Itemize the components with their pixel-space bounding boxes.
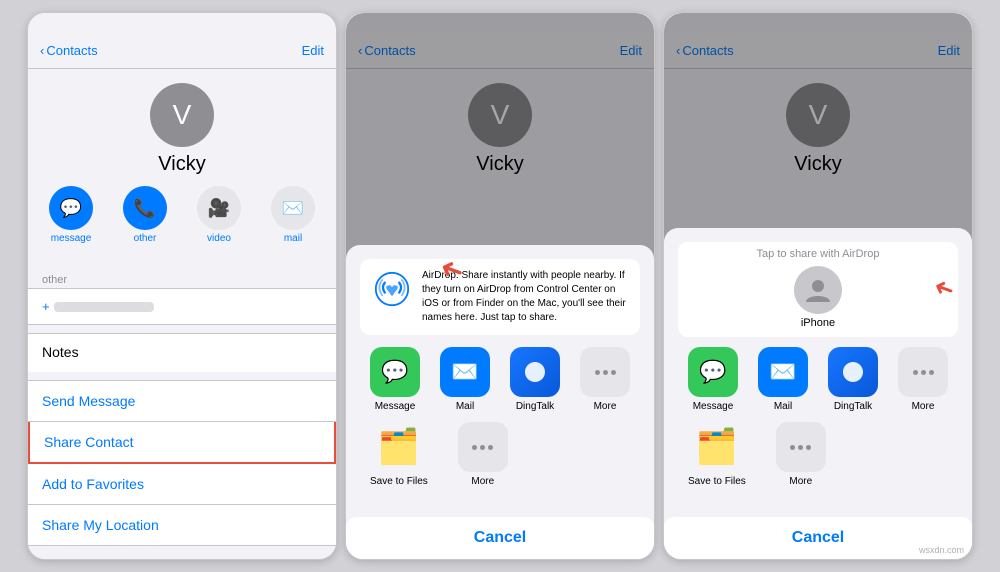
app-label-more-2: More bbox=[594, 401, 617, 412]
more-app-icon-2 bbox=[580, 347, 630, 397]
notes-label-1: Notes bbox=[42, 344, 79, 360]
files-row-2: 🗂️ Save to Files More bbox=[360, 422, 640, 497]
files-more-icon-3 bbox=[776, 422, 826, 472]
app-label-dingtalk-3: DingTalk bbox=[834, 401, 872, 412]
action-call-1[interactable]: 📞 other bbox=[115, 186, 175, 244]
action-label-mail-1: mail bbox=[284, 233, 302, 244]
contact-name-1: Vicky bbox=[158, 153, 205, 176]
blurred-number-1: + bbox=[42, 299, 322, 314]
files-more-2[interactable]: More bbox=[458, 422, 508, 487]
files-more-3[interactable]: More bbox=[776, 422, 826, 487]
app-message-2[interactable]: 💬 Message bbox=[370, 347, 420, 412]
dingtalk-app-icon-3 bbox=[828, 347, 878, 397]
blur-bar-1 bbox=[54, 302, 154, 312]
cancel-btn-2[interactable]: Cancel bbox=[346, 517, 654, 559]
app-label-mail-3: Mail bbox=[774, 401, 792, 412]
status-bar-1 bbox=[28, 13, 336, 33]
app-mail-2[interactable]: ✉️ Mail bbox=[440, 347, 490, 412]
phone-frame-2: ‹ Contacts Edit V Vicky bbox=[345, 12, 655, 560]
action-label-message-1: message bbox=[51, 233, 92, 244]
folder-icon-3: 🗂️ bbox=[692, 422, 742, 472]
files-item-3[interactable]: 🗂️ Save to Files bbox=[688, 422, 746, 487]
add-favorites-link[interactable]: Add to Favorites bbox=[28, 464, 336, 505]
airdrop-people-section-3: Tap to share with AirDrop iPhone ➜ bbox=[678, 242, 958, 337]
watermark: wsxdn.com bbox=[919, 545, 964, 555]
action-mail-1[interactable]: ✉️ mail bbox=[263, 186, 323, 244]
files-label-2: Save to Files bbox=[370, 476, 428, 487]
nav-edit-1[interactable]: Edit bbox=[302, 43, 324, 58]
app-mail-3[interactable]: ✉️ Mail bbox=[758, 347, 808, 412]
person-name-3: iPhone bbox=[801, 317, 835, 329]
contact-header-1: V Vicky 💬 message 📞 other 🎥 video ✉️ mai… bbox=[28, 69, 336, 266]
share-sheet-2: AirDrop. Share instantly with people nea… bbox=[346, 245, 654, 559]
files-more-icon-2 bbox=[458, 422, 508, 472]
links-section-1: Send Message Share Contact Add to Favori… bbox=[28, 380, 336, 546]
apps-row-2: 💬 Message ✉️ Mail DingTalk bbox=[360, 347, 640, 422]
mail-app-icon-3: ✉️ bbox=[758, 347, 808, 397]
files-label-3: Save to Files bbox=[688, 476, 746, 487]
dingtalk-app-icon-2 bbox=[510, 347, 560, 397]
nav-bar-1: ‹ Contacts Edit bbox=[28, 33, 336, 69]
message-icon-1: 💬 bbox=[49, 186, 93, 230]
files-more-label-3: More bbox=[789, 476, 812, 487]
app-dingtalk-3[interactable]: DingTalk bbox=[828, 347, 878, 412]
action-video-1[interactable]: 🎥 video bbox=[189, 186, 249, 244]
person-avatar-3 bbox=[794, 266, 842, 314]
share-overlay-3: Tap to share with AirDrop iPhone ➜ bbox=[664, 13, 972, 559]
app-label-message-3: Message bbox=[693, 401, 734, 412]
share-overlay-2: AirDrop. Share instantly with people nea… bbox=[346, 13, 654, 559]
action-label-call-1: other bbox=[134, 233, 157, 244]
app-more-2[interactable]: More bbox=[580, 347, 630, 412]
app-label-message-2: Message bbox=[375, 401, 416, 412]
files-item-2[interactable]: 🗂️ Save to Files bbox=[370, 422, 428, 487]
share-contact-link[interactable]: Share Contact bbox=[28, 422, 336, 464]
back-chevron-icon: ‹ bbox=[40, 43, 44, 58]
app-dingtalk-2[interactable]: DingTalk bbox=[510, 347, 560, 412]
red-arrow-3: ➜ bbox=[930, 271, 959, 305]
share-location-link[interactable]: Share My Location bbox=[28, 505, 336, 546]
apps-row-3: 💬 Message ✉️ Mail DingTalk bbox=[678, 347, 958, 422]
message-app-icon-3: 💬 bbox=[688, 347, 738, 397]
section-label-1: other bbox=[28, 266, 336, 288]
app-more-3[interactable]: More bbox=[898, 347, 948, 412]
share-sheet-inner-3: Tap to share with AirDrop iPhone ➜ bbox=[664, 228, 972, 511]
phone-frame-1: ‹ Contacts Edit V Vicky 💬 message 📞 othe… bbox=[27, 12, 337, 560]
more-app-icon-3 bbox=[898, 347, 948, 397]
video-icon-1: 🎥 bbox=[197, 186, 241, 230]
app-label-dingtalk-2: DingTalk bbox=[516, 401, 554, 412]
phone-frame-3: ‹ Contacts Edit V Vicky Tap to share wit… bbox=[663, 12, 973, 560]
share-sheet-inner-2: AirDrop. Share instantly with people nea… bbox=[346, 245, 654, 511]
mail-app-icon-2: ✉️ bbox=[440, 347, 490, 397]
message-app-icon-2: 💬 bbox=[370, 347, 420, 397]
app-message-3[interactable]: 💬 Message bbox=[688, 347, 738, 412]
send-message-link[interactable]: Send Message bbox=[28, 380, 336, 422]
action-message-1[interactable]: 💬 message bbox=[41, 186, 101, 244]
airdrop-person-wrapper: iPhone ➜ bbox=[690, 266, 946, 329]
more-dots-icon-2 bbox=[595, 370, 616, 375]
info-row-phone-1: + bbox=[28, 288, 336, 325]
app-label-mail-2: Mail bbox=[456, 401, 474, 412]
action-label-video-1: video bbox=[207, 233, 231, 244]
airdrop-icon-2 bbox=[372, 269, 412, 309]
call-icon-1: 📞 bbox=[123, 186, 167, 230]
airdrop-tap-label-3: Tap to share with AirDrop bbox=[690, 248, 946, 260]
folder-icon-2: 🗂️ bbox=[374, 422, 424, 472]
airdrop-person-3[interactable]: iPhone bbox=[794, 266, 842, 329]
avatar-1: V bbox=[150, 83, 214, 147]
notes-row-1: Notes bbox=[28, 333, 336, 372]
airdrop-section-2: AirDrop. Share instantly with people nea… bbox=[360, 259, 640, 335]
files-more-label-2: More bbox=[471, 476, 494, 487]
nav-back-1[interactable]: ‹ Contacts bbox=[40, 43, 98, 58]
nav-back-label-1: Contacts bbox=[46, 43, 97, 58]
contact-body-1: other + Notes Send Message Share Contact… bbox=[28, 266, 336, 559]
app-label-more-3: More bbox=[912, 401, 935, 412]
files-row-3: 🗂️ Save to Files More bbox=[678, 422, 958, 497]
mail-icon-1: ✉️ bbox=[271, 186, 315, 230]
share-sheet-3: Tap to share with AirDrop iPhone ➜ bbox=[664, 228, 972, 559]
action-row-1: 💬 message 📞 other 🎥 video ✉️ mail bbox=[31, 186, 333, 256]
